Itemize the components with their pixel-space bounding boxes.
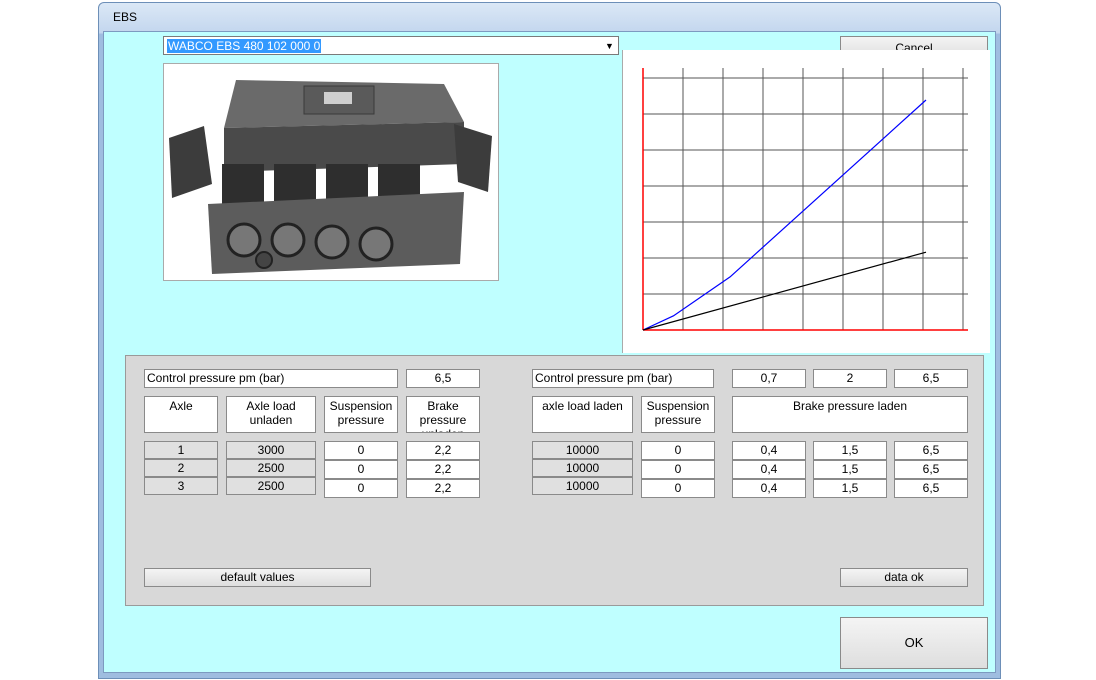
control-pressure-laden-field-2[interactable]: 2 bbox=[813, 369, 887, 388]
brake-pressure-laden-field[interactable]: 0,4 bbox=[732, 441, 806, 460]
suspension-pressure-field[interactable]: 0 bbox=[324, 460, 398, 479]
brake-pressure-unladen-field[interactable]: 2,2 bbox=[406, 479, 480, 498]
axle-load-laden-cell[interactable]: 10000 bbox=[532, 477, 633, 495]
device-image bbox=[163, 63, 499, 281]
suspension-pressure-laden-field[interactable]: 0 bbox=[641, 460, 715, 479]
axle-load-laden-cell[interactable]: 10000 bbox=[532, 459, 633, 477]
ebs-dialog: EBS WABCO EBS 480 102 000 0 ▼ Cancel Con… bbox=[98, 2, 1001, 679]
axle-load-laden-cell[interactable]: 10000 bbox=[532, 441, 633, 459]
brake-pressure-unladen-field[interactable]: 2,2 bbox=[406, 441, 480, 460]
header-brake-pressure-laden: Brake pressure laden bbox=[732, 396, 968, 433]
axle-number-cell: 1 bbox=[144, 441, 218, 459]
brake-pressure-laden-field[interactable]: 1,5 bbox=[813, 441, 887, 460]
brake-pressure-laden-field[interactable]: 6,5 bbox=[894, 479, 968, 498]
suspension-pressure-laden-field[interactable]: 0 bbox=[641, 441, 715, 460]
control-pressure-laden-label: Control pressure pm (bar) bbox=[532, 369, 714, 388]
header-brake-pressure-unladen: Brake pressure unladen bbox=[406, 396, 480, 433]
axle-number-cell: 3 bbox=[144, 477, 218, 495]
chevron-down-icon[interactable]: ▼ bbox=[601, 37, 618, 54]
axle-load-unladen-cell[interactable]: 2500 bbox=[226, 477, 316, 495]
device-select[interactable]: WABCO EBS 480 102 000 0 ▼ bbox=[163, 36, 619, 55]
brake-pressure-laden-field[interactable]: 0,4 bbox=[732, 460, 806, 479]
axle-data-panel: Control pressure pm (bar) 6,5 Axle Axle … bbox=[125, 355, 984, 606]
axle-load-unladen-cell[interactable]: 3000 bbox=[226, 441, 316, 459]
header-axle: Axle bbox=[144, 396, 218, 433]
suspension-pressure-laden-field[interactable]: 0 bbox=[641, 479, 715, 498]
suspension-pressure-field[interactable]: 0 bbox=[324, 441, 398, 460]
control-pressure-unladen-field[interactable]: 6,5 bbox=[406, 369, 480, 388]
header-axle-load-unladen: Axle load unladen bbox=[226, 396, 316, 433]
title-bar[interactable]: EBS bbox=[99, 3, 1000, 31]
data-ok-button[interactable]: data ok bbox=[840, 568, 968, 587]
brake-pressure-laden-field[interactable]: 6,5 bbox=[894, 460, 968, 479]
control-pressure-label: Control pressure pm (bar) bbox=[144, 369, 398, 388]
dialog-client-area: WABCO EBS 480 102 000 0 ▼ Cancel Control… bbox=[103, 31, 996, 673]
brake-pressure-laden-field[interactable]: 0,4 bbox=[732, 479, 806, 498]
brake-pressure-laden-field[interactable]: 1,5 bbox=[813, 460, 887, 479]
window-title: EBS bbox=[113, 10, 138, 24]
control-pressure-laden-field-1[interactable]: 0,7 bbox=[732, 369, 806, 388]
brake-pressure-laden-field[interactable]: 1,5 bbox=[813, 479, 887, 498]
ebs-module-image bbox=[164, 64, 498, 280]
header-suspension-pressure: Suspension pressure bbox=[324, 396, 398, 433]
header-suspension-pressure-laden: Suspension pressure bbox=[641, 396, 715, 433]
header-axle-load-laden: axle load laden bbox=[532, 396, 633, 433]
series-line-1 bbox=[642, 99, 927, 331]
brake-pressure-chart bbox=[622, 50, 990, 353]
brake-pressure-unladen-field[interactable]: 2,2 bbox=[406, 460, 480, 479]
chart-plot bbox=[642, 68, 968, 331]
ok-button[interactable]: OK bbox=[840, 617, 988, 669]
axle-load-unladen-cell[interactable]: 2500 bbox=[226, 459, 316, 477]
series-line-2 bbox=[642, 251, 927, 331]
suspension-pressure-field[interactable]: 0 bbox=[324, 479, 398, 498]
axle-number-cell: 2 bbox=[144, 459, 218, 477]
device-select-value: WABCO EBS 480 102 000 0 bbox=[167, 39, 322, 53]
default-values-button[interactable]: default values bbox=[144, 568, 371, 587]
brake-pressure-laden-field[interactable]: 6,5 bbox=[894, 441, 968, 460]
control-pressure-laden-field-3[interactable]: 6,5 bbox=[894, 369, 968, 388]
